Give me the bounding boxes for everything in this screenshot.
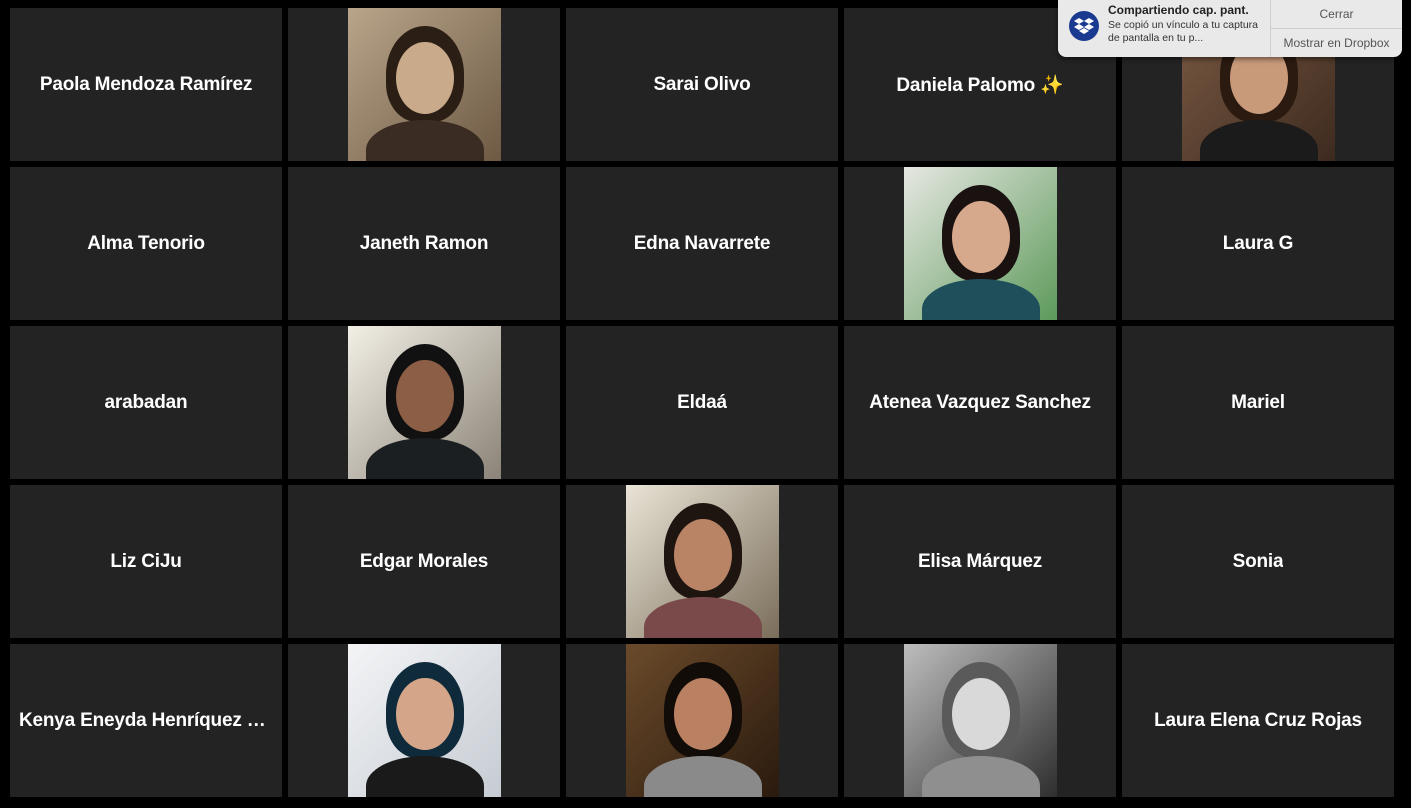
participant-tile[interactable]: Atenea Vazquez Sanchez <box>844 326 1116 479</box>
participant-name: Sonia <box>1232 550 1284 572</box>
participant-tile[interactable] <box>566 644 838 797</box>
participant-tile[interactable] <box>288 326 560 479</box>
participant-tile[interactable]: Kenya Eneyda Henríquez M... <box>10 644 282 797</box>
participant-video <box>625 485 779 638</box>
participant-video <box>347 326 501 479</box>
participant-video <box>347 8 501 161</box>
participant-name: arabadan <box>104 391 188 413</box>
participant-tile[interactable]: Sonia <box>1122 485 1394 638</box>
notification-title: Compartiendo cap. pant. <box>1108 3 1249 17</box>
participant-tile[interactable]: Laura Elena Cruz Rojas <box>1122 644 1394 797</box>
participant-tile[interactable]: Eldaá <box>566 326 838 479</box>
participant-tile[interactable] <box>844 167 1116 320</box>
participant-name: Liz CiJu <box>110 550 182 572</box>
participant-tile[interactable]: Elisa Márquez <box>844 485 1116 638</box>
participant-name: Janeth Ramon <box>359 232 489 254</box>
participant-name: Laura G <box>1222 232 1294 254</box>
participant-tile[interactable]: Liz CiJu <box>10 485 282 638</box>
participant-tile[interactable] <box>288 8 560 161</box>
dropbox-icon <box>1069 11 1099 41</box>
participant-name: Mariel <box>1231 391 1285 413</box>
show-in-dropbox-button[interactable]: Mostrar en Dropbox <box>1271 28 1402 57</box>
participant-name: Laura Elena Cruz Rojas <box>1154 709 1362 731</box>
participant-grid: Paola Mendoza Ramírez Sarai Olivo Daniela … <box>10 8 1394 797</box>
participant-tile[interactable]: Edgar Morales <box>288 485 560 638</box>
participant-tile[interactable] <box>566 485 838 638</box>
participant-tile[interactable] <box>288 644 560 797</box>
participant-name: Alma Tenorio <box>87 232 205 254</box>
dropbox-notification: Compartiendo cap. pant. Se copió un vínc… <box>1058 0 1402 57</box>
close-button[interactable]: Cerrar <box>1271 0 1402 28</box>
participant-tile[interactable]: Alma Tenorio <box>10 167 282 320</box>
participant-video <box>903 167 1057 320</box>
participant-name: Daniela Palomo ✨ <box>896 74 1064 96</box>
participant-name: Edna Navarrete <box>633 232 771 254</box>
participant-tile[interactable]: Mariel <box>1122 326 1394 479</box>
participant-video <box>347 644 501 797</box>
participant-name: Paola Mendoza Ramírez <box>39 73 253 95</box>
participant-name: Sarai Olivo <box>653 73 751 95</box>
participant-video <box>903 644 1057 797</box>
participant-name: Elisa Márquez <box>917 550 1043 572</box>
notification-content[interactable]: Compartiendo cap. pant. Se copió un vínc… <box>1058 0 1270 57</box>
participant-name: Edgar Morales <box>359 550 489 572</box>
notification-body: Se copió un vínculo a tu captura de pant… <box>1108 19 1259 44</box>
participant-name: Atenea Vazquez Sanchez <box>869 391 1091 413</box>
participant-tile[interactable] <box>844 644 1116 797</box>
participant-name: Eldaá <box>677 391 727 413</box>
participant-tile[interactable]: Edna Navarrete <box>566 167 838 320</box>
participant-video <box>625 644 779 797</box>
participant-tile[interactable]: Paola Mendoza Ramírez <box>10 8 282 161</box>
participant-tile[interactable]: Sarai Olivo <box>566 8 838 161</box>
participant-tile[interactable]: arabadan <box>10 326 282 479</box>
participant-tile[interactable]: Janeth Ramon <box>288 167 560 320</box>
participant-tile[interactable]: Laura G <box>1122 167 1394 320</box>
notification-actions: Cerrar Mostrar en Dropbox <box>1270 0 1402 57</box>
participant-name: Kenya Eneyda Henríquez M... <box>19 709 273 731</box>
